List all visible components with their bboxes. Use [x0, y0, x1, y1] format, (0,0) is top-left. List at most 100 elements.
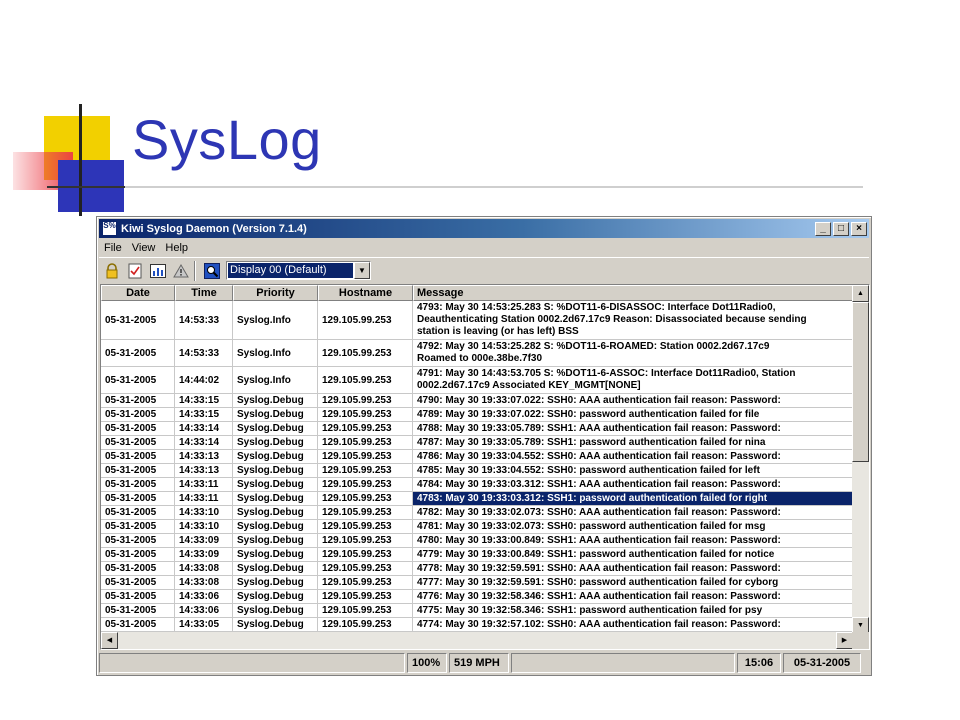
- cell-message: 4786: May 30 19:33:04.552: SSH0: AAA aut…: [413, 450, 853, 463]
- cell-date: 05-31-2005: [101, 548, 175, 561]
- title-underline: [47, 186, 863, 188]
- cell-message: 4784: May 30 19:33:03.312: SSH1: AAA aut…: [413, 478, 853, 491]
- menu-file[interactable]: File: [99, 242, 127, 254]
- cell-time: 14:33:14: [175, 436, 233, 449]
- cell-time: 14:33:15: [175, 394, 233, 407]
- cell-priority: Syslog.Info: [233, 301, 318, 339]
- cell-date: 05-31-2005: [101, 367, 175, 393]
- cell-priority: Syslog.Debug: [233, 408, 318, 421]
- cell-priority: Syslog.Debug: [233, 394, 318, 407]
- cell-time: 14:33:13: [175, 464, 233, 477]
- cell-message: 4777: May 30 19:32:59.591: SSH0: passwor…: [413, 576, 853, 589]
- zoom-icon[interactable]: [202, 261, 222, 281]
- column-header-priority[interactable]: Priority: [233, 285, 318, 301]
- cell-time: 14:33:06: [175, 604, 233, 617]
- column-header-time[interactable]: Time: [175, 285, 233, 301]
- cell-priority: Syslog.Debug: [233, 464, 318, 477]
- chevron-down-icon[interactable]: ▼: [354, 262, 370, 279]
- cell-time: 14:33:09: [175, 534, 233, 547]
- cell-priority: Syslog.Debug: [233, 492, 318, 505]
- toolbar-separator: [194, 260, 196, 281]
- column-header-message[interactable]: Message: [413, 285, 853, 301]
- cell-priority: Syslog.Debug: [233, 562, 318, 575]
- cell-hostname: 129.105.99.253: [318, 590, 413, 603]
- scroll-up-icon[interactable]: ▲: [852, 285, 869, 302]
- cell-hostname: 129.105.99.253: [318, 492, 413, 505]
- table-row[interactable]: 05-31-2005 14:33:08 Syslog.Debug 129.105.99…: [101, 576, 853, 590]
- minimize-button[interactable]: _: [815, 221, 831, 236]
- table-row[interactable]: 05-31-2005 14:33:15 Syslog.Debug 129.105.99…: [101, 394, 853, 408]
- status-bar: 100% 519 MPH 15:06 05-31-2005: [99, 653, 869, 673]
- status-rate: 519 MPH: [449, 653, 509, 673]
- cell-message: 4778: May 30 19:32:59.591: SSH0: AAA aut…: [413, 562, 853, 575]
- window-title: Kiwi Syslog Daemon (Version 7.1.4): [121, 222, 307, 235]
- scroll-left-icon[interactable]: ◀: [101, 632, 118, 649]
- vertical-scrollbar[interactable]: ▲ ▼: [852, 285, 869, 634]
- cell-message: 4780: May 30 19:33:00.849: SSH1: AAA aut…: [413, 534, 853, 547]
- table-row[interactable]: 05-31-2005 14:33:06 Syslog.Debug 129.105.99…: [101, 590, 853, 604]
- menu-help[interactable]: Help: [160, 242, 193, 254]
- cell-date: 05-31-2005: [101, 478, 175, 491]
- cell-time: 14:53:33: [175, 301, 233, 339]
- cell-time: 14:33:09: [175, 548, 233, 561]
- cell-message: 4790: May 30 19:33:07.022: SSH0: AAA aut…: [413, 394, 853, 407]
- cell-priority: Syslog.Debug: [233, 534, 318, 547]
- table-row[interactable]: 05-31-2005 14:33:13 Syslog.Debug 129.105.99…: [101, 450, 853, 464]
- table-row[interactable]: 05-31-2005 14:33:10 Syslog.Debug 129.105.99…: [101, 520, 853, 534]
- cell-hostname: 129.105.99.253: [318, 478, 413, 491]
- table-row[interactable]: 05-31-2005 14:33:05 Syslog.Debug 129.105.99…: [101, 618, 853, 632]
- cell-priority: Syslog.Debug: [233, 478, 318, 491]
- cell-hostname: 129.105.99.253: [318, 408, 413, 421]
- table-row[interactable]: 05-31-2005 14:33:14 Syslog.Debug 129.105.99…: [101, 422, 853, 436]
- cell-date: 05-31-2005: [101, 576, 175, 589]
- column-header-date[interactable]: Date: [101, 285, 175, 301]
- syslog-window: S% Kiwi Syslog Daemon (Version 7.1.4) _ …: [96, 216, 872, 676]
- cell-message: 4787: May 30 19:33:05.789: SSH1: passwor…: [413, 436, 853, 449]
- display-select[interactable]: Display 00 (Default) ▼: [226, 261, 371, 280]
- status-date: 05-31-2005: [783, 653, 861, 673]
- table-row[interactable]: 05-31-2005 14:33:14 Syslog.Debug 129.105.99…: [101, 436, 853, 450]
- scroll-corner: [852, 632, 869, 649]
- chart-icon[interactable]: [148, 261, 168, 281]
- cell-date: 05-31-2005: [101, 340, 175, 366]
- cell-message: 4782: May 30 19:33:02.073: SSH0: AAA aut…: [413, 506, 853, 519]
- table-row[interactable]: 05-31-2005 14:33:09 Syslog.Debug 129.105.99…: [101, 534, 853, 548]
- cell-hostname: 129.105.99.253: [318, 576, 413, 589]
- lock-icon[interactable]: [102, 261, 122, 281]
- cell-priority: Syslog.Info: [233, 340, 318, 366]
- cell-hostname: 129.105.99.253: [318, 422, 413, 435]
- horizontal-scrollbar[interactable]: ◀ ▶: [101, 632, 853, 649]
- cell-priority: Syslog.Debug: [233, 520, 318, 533]
- cell-time: 14:33:08: [175, 562, 233, 575]
- table-row[interactable]: 05-31-2005 14:33:15 Syslog.Debug 129.105.99…: [101, 408, 853, 422]
- scroll-thumb[interactable]: [852, 302, 869, 462]
- close-button[interactable]: ×: [851, 221, 867, 236]
- menu-view[interactable]: View: [127, 242, 161, 254]
- title-bar[interactable]: S% Kiwi Syslog Daemon (Version 7.1.4) _ …: [99, 219, 869, 238]
- cell-time: 14:33:15: [175, 408, 233, 421]
- cell-message: 4793: May 30 14:53:25.283 S: %DOT11-6-DI…: [413, 301, 853, 339]
- cell-time: 14:33:05: [175, 618, 233, 631]
- table-row[interactable]: 05-31-2005 14:33:09 Syslog.Debug 129.105.99…: [101, 548, 853, 562]
- maximize-button[interactable]: □: [833, 221, 849, 236]
- checklist-icon[interactable]: [125, 261, 145, 281]
- table-row[interactable]: 05-31-2005 14:33:08 Syslog.Debug 129.105.99…: [101, 562, 853, 576]
- table-row[interactable]: 05-31-2005 14:33:11 Syslog.Debug 129.105.99…: [101, 492, 853, 506]
- table-row[interactable]: 05-31-2005 14:53:33 Syslog.Info 129.105.99.…: [101, 340, 853, 367]
- table-row[interactable]: 05-31-2005 14:44:02 Syslog.Info 129.105.99.…: [101, 367, 853, 394]
- table-row[interactable]: 05-31-2005 14:53:33 Syslog.Info 129.105.99.…: [101, 301, 853, 340]
- table-row[interactable]: 05-31-2005 14:33:13 Syslog.Debug 129.105.99…: [101, 464, 853, 478]
- scroll-right-icon[interactable]: ▶: [836, 632, 853, 649]
- cell-date: 05-31-2005: [101, 590, 175, 603]
- cell-hostname: 129.105.99.253: [318, 450, 413, 463]
- table-row[interactable]: 05-31-2005 14:33:06 Syslog.Debug 129.105.99…: [101, 604, 853, 618]
- cell-date: 05-31-2005: [101, 562, 175, 575]
- cell-hostname: 129.105.99.253: [318, 340, 413, 366]
- menu-bar: File View Help: [99, 239, 869, 257]
- app-icon: S%: [102, 221, 117, 236]
- table-row[interactable]: 05-31-2005 14:33:10 Syslog.Debug 129.105.99…: [101, 506, 853, 520]
- column-header-hostname[interactable]: Hostname: [318, 285, 413, 301]
- table-row[interactable]: 05-31-2005 14:33:11 Syslog.Debug 129.105.99…: [101, 478, 853, 492]
- warning-icon[interactable]: [171, 261, 191, 281]
- display-select-value: Display 00 (Default): [228, 263, 353, 278]
